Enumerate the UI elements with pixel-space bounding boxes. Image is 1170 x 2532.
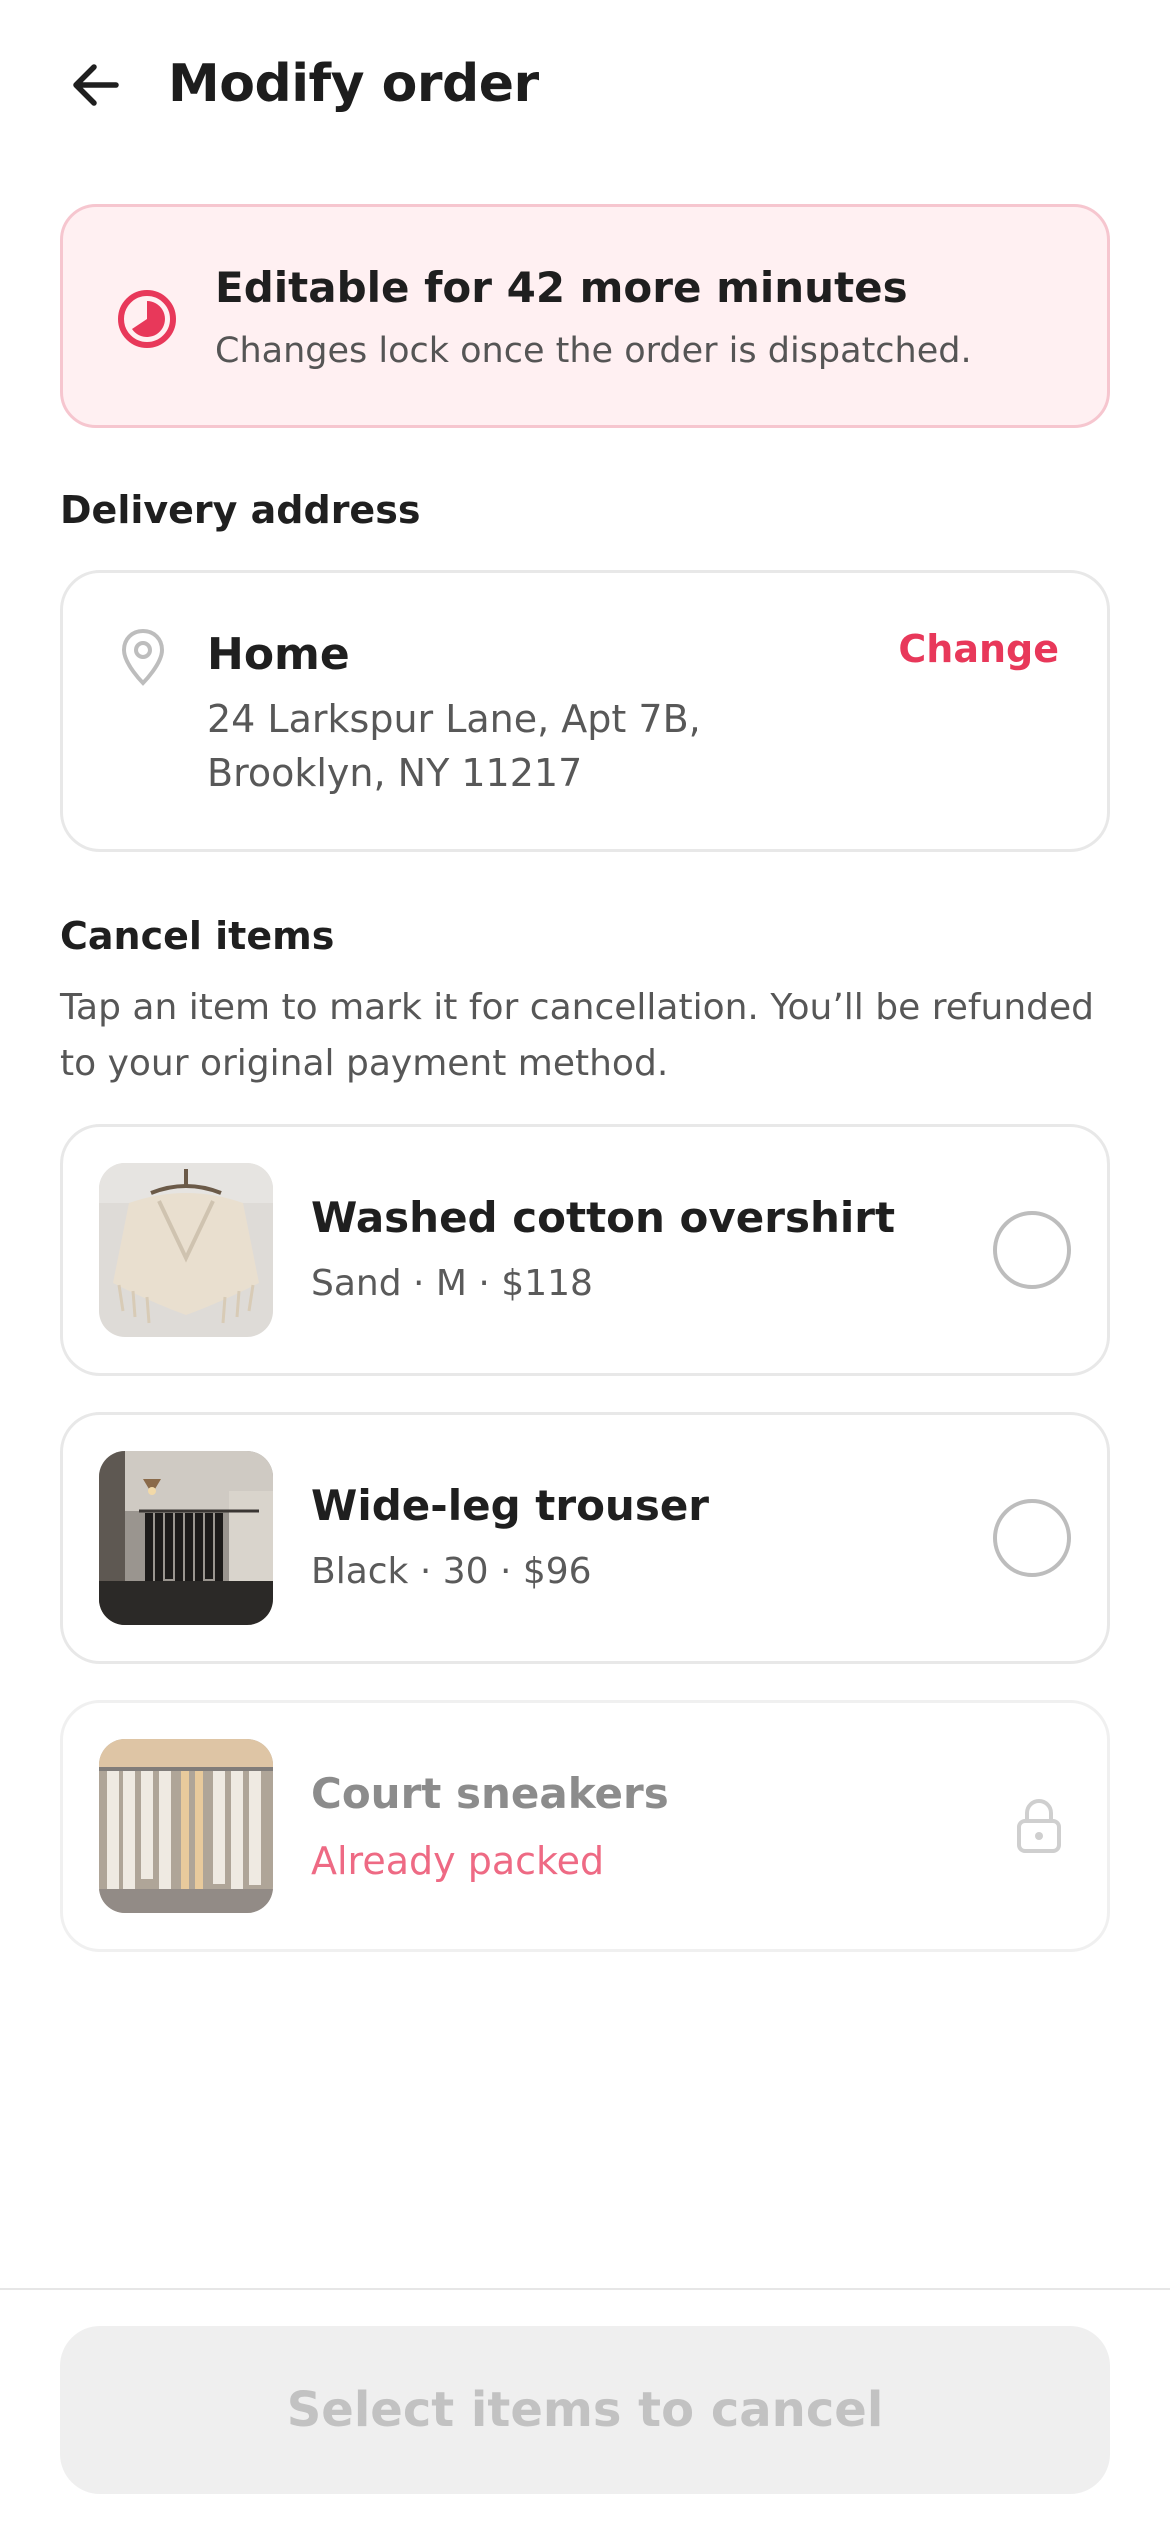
cancel-item-sneakers: Court sneakers Already packed <box>60 1700 1110 1952</box>
item-thumbnail <box>99 1739 273 1913</box>
item-name: Wide-leg trouser <box>311 1481 710 1530</box>
item-thumbnail <box>99 1451 273 1625</box>
banner-title: Editable for 42 more minutes <box>215 263 908 312</box>
arrow-left-icon <box>73 64 119 106</box>
item-name: Washed cotton overshirt <box>311 1193 896 1242</box>
item-status: Already packed <box>311 1839 605 1883</box>
select-radio[interactable] <box>993 1211 1071 1289</box>
timer-icon <box>118 290 176 348</box>
cancel-items-description: Tap an item to mark it for cancellation.… <box>60 987 1095 1084</box>
item-meta: Black · 30 · $96 <box>311 1551 592 1592</box>
cancel-item-overshirt[interactable]: Washed cotton overshirt Sand · M · $118 <box>60 1124 1110 1376</box>
item-name: Court sneakers <box>311 1769 669 1818</box>
back-button[interactable] <box>56 50 136 120</box>
item-thumbnail <box>99 1163 273 1337</box>
address-line-1: 24 Larkspur Lane, Apt 7B, <box>207 697 701 741</box>
change-address-link[interactable]: Change <box>898 627 1059 671</box>
page-title: Modify order <box>168 54 539 114</box>
cancel-item-trouser[interactable]: Wide-leg trouser Black · 30 · $96 <box>60 1412 1110 1664</box>
cancel-items-label: Cancel items <box>60 914 335 958</box>
banner-subtitle: Changes lock once the order is dispatche… <box>215 331 972 371</box>
edit-timer-banner: Editable for 42 more minutes Changes loc… <box>60 204 1110 428</box>
lock-icon <box>1017 1799 1061 1853</box>
item-meta: Sand · M · $118 <box>311 1263 593 1304</box>
select-radio[interactable] <box>993 1499 1071 1577</box>
location-pin-icon <box>121 628 165 686</box>
bottom-divider <box>0 2288 1170 2290</box>
address-name: Home <box>207 629 350 680</box>
address-card: Home 24 Larkspur Lane, Apt 7B, Brooklyn,… <box>60 570 1110 852</box>
select-items-button[interactable]: Select items to cancel <box>60 2326 1110 2494</box>
header: Modify order <box>0 0 1170 170</box>
modify-order-screen: Modify order Editable for 42 more minute… <box>0 0 1170 2532</box>
address-line-2: Brooklyn, NY 11217 <box>207 751 583 795</box>
delivery-address-label: Delivery address <box>60 488 421 532</box>
